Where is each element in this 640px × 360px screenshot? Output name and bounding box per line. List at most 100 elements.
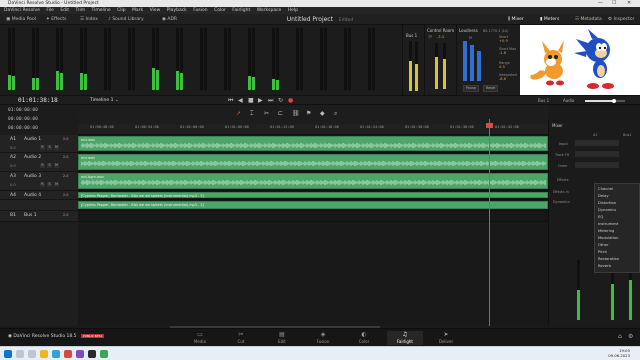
record-arm-button[interactable]: R (40, 182, 45, 187)
effects-menu-item[interactable]: Other (598, 243, 608, 247)
system-tray-clock[interactable]: 19:05 09.06.2023 (608, 348, 630, 358)
bus-output-selector[interactable]: Bus 1 (538, 98, 549, 103)
track-header[interactable]: B1 Bus 1 2.0 (0, 211, 78, 222)
solo-button[interactable]: S (47, 163, 52, 168)
menu-workspace[interactable]: Workspace (257, 8, 282, 13)
effects-menu-item[interactable]: EQ (598, 215, 603, 219)
effects-menu-item[interactable]: Pitch (598, 250, 607, 254)
track-volume[interactable]: 0.0 (10, 164, 16, 168)
effects-menu-item[interactable]: Metering (598, 229, 614, 233)
loudness-reset-button[interactable]: Reset (483, 85, 499, 92)
razor-tool-icon[interactable]: ✂ (264, 110, 269, 118)
mixer-order-slot[interactable] (575, 162, 619, 168)
playhead-line[interactable] (489, 119, 490, 326)
menu-clip[interactable]: Clip (117, 8, 126, 13)
volume-slider[interactable] (585, 98, 625, 103)
effects-menu-item[interactable]: Restoration (598, 257, 619, 261)
effects-menu-item[interactable]: Reverb (598, 264, 611, 268)
mixer-input-slot[interactable] (575, 140, 619, 146)
metadata-toggle[interactable]: ☷ Metadata (575, 16, 602, 23)
record-arm-button[interactable]: R (40, 163, 45, 168)
zoom-icon[interactable]: ⌕ (334, 110, 337, 118)
track-name[interactable]: Bus 1 (24, 213, 37, 218)
timeline-selector[interactable]: Timeline 1 ⌄ (90, 98, 119, 103)
minimize-button[interactable]: — (598, 0, 603, 7)
track-header[interactable]: A3 Audio 3 2.0 0.0 R S M (0, 172, 78, 191)
effects-menu-item[interactable]: Dynamics (598, 208, 616, 212)
file-explorer-icon[interactable] (40, 350, 48, 358)
pointer-tool-icon[interactable]: ➚ (236, 110, 241, 118)
audio-clip[interactable]: [Cypress Pepper, Bardwaler - Kiss we we … (78, 201, 548, 209)
track-lane[interactable]: [Cypress Pepper, Bardwaler - Kiss we we … (78, 191, 548, 200)
page-tab-cut[interactable]: ✂ Cut (223, 331, 259, 345)
menu-view[interactable]: View (150, 8, 161, 13)
snap-icon[interactable]: ⊏ (278, 110, 283, 118)
effects-menu-item[interactable]: Instrument (598, 222, 618, 226)
playhead-handle[interactable] (486, 123, 493, 128)
flag-icon[interactable]: ⚑ (306, 110, 311, 118)
track-volume[interactable]: 0.0 (10, 146, 16, 150)
menu-playback[interactable]: Playback (167, 8, 187, 13)
solo-button[interactable]: S (47, 182, 52, 187)
stop-icon[interactable]: ■ (248, 97, 254, 105)
task-view-icon[interactable] (28, 350, 36, 358)
track-header[interactable]: A4 Audio 4 2.0 (0, 191, 78, 200)
play-reverse-icon[interactable]: ◀ (238, 97, 243, 105)
mute-button[interactable]: M (54, 145, 59, 150)
menu-davinci[interactable]: DaVinci Resolve (4, 8, 40, 13)
close-button[interactable]: ✕ (627, 0, 631, 7)
menu-trim[interactable]: Trim (76, 8, 86, 13)
audio-clip[interactable]: mcl.bgm.wav (78, 173, 548, 189)
mixer-trackfx-slot[interactable] (575, 151, 619, 157)
page-tab-edit[interactable]: ▤ Edit (264, 331, 300, 345)
audio-clip[interactable]: mcl.wav (78, 136, 548, 151)
track-header[interactable]: A2 Audio 2 2.0 0.0 R S M (0, 153, 78, 172)
mute-button[interactable]: M (54, 182, 59, 187)
menu-fairlight[interactable]: Fairlight (232, 8, 250, 13)
home-icon[interactable]: ⌂ (618, 333, 622, 340)
settings-gear-icon[interactable]: ⚙ (628, 333, 633, 340)
audio-clip[interactable]: [Cypress Pepper, Bardwaler - Kiss we we … (78, 192, 548, 198)
timeline-empty-area[interactable] (78, 222, 548, 326)
edge-browser-icon[interactable] (52, 350, 60, 358)
track-lane[interactable]: mcl.wav (78, 153, 548, 172)
record-icon[interactable]: ● (288, 97, 293, 105)
track-name[interactable]: Audio 1 (24, 137, 41, 142)
record-arm-button[interactable]: R (40, 145, 45, 150)
effects-menu-item[interactable]: Channel (598, 187, 613, 191)
loudness-standard[interactable]: BS.1770-1 (LU) (483, 29, 508, 33)
menu-mark[interactable]: Mark (132, 8, 143, 13)
app-icon[interactable] (76, 350, 84, 358)
track-volume[interactable]: 0.0 (10, 183, 16, 187)
track-lane[interactable] (78, 211, 548, 222)
marker-icon[interactable]: ◆ (320, 110, 325, 118)
mixer-toggle[interactable]: ⫼ Mixer (508, 16, 524, 23)
track-name[interactable]: Audio 3 (24, 174, 41, 179)
page-tab-fairlight[interactable]: ♫ Fairlight (387, 331, 423, 345)
app-icon[interactable] (100, 350, 108, 358)
link-icon[interactable]: ⛓ (292, 110, 300, 118)
solo-button[interactable]: S (47, 145, 52, 150)
effects-menu-item[interactable]: Delay (598, 194, 609, 198)
page-tab-color[interactable]: ◐ Color (346, 331, 382, 345)
chrome-browser-icon[interactable] (64, 350, 72, 358)
timeline-ruler[interactable]: 01:00:48:00 01:00:54:00 01:01:00:00 01:0… (78, 124, 548, 135)
mute-button[interactable]: M (54, 163, 59, 168)
play-icon[interactable]: ▶ (258, 97, 263, 105)
page-tab-deliver[interactable]: ➤ Deliver (428, 331, 464, 345)
menu-edit[interactable]: Edit (60, 8, 69, 13)
menu-help[interactable]: Help (288, 8, 298, 13)
menu-timeline[interactable]: Timeline (92, 8, 111, 13)
audio-clip[interactable]: mcl.wav (78, 154, 548, 170)
track-name[interactable]: Audio 4 (24, 193, 41, 198)
page-tab-fusion[interactable]: ◈ Fusion (305, 331, 341, 345)
track-header[interactable] (0, 200, 78, 211)
track-header[interactable]: A1 Audio 1 2.0 0.0 R S M (0, 135, 78, 153)
track-name[interactable]: Audio 2 (24, 155, 41, 160)
loop-icon[interactable]: ↻ (278, 97, 283, 105)
search-icon[interactable] (16, 350, 24, 358)
volume-slider-thumb[interactable] (612, 98, 616, 103)
maximize-button[interactable]: ☐ (612, 0, 616, 7)
rewind-icon[interactable]: ⏮ (228, 97, 233, 105)
fast-forward-icon[interactable]: ⏭ (268, 97, 273, 105)
